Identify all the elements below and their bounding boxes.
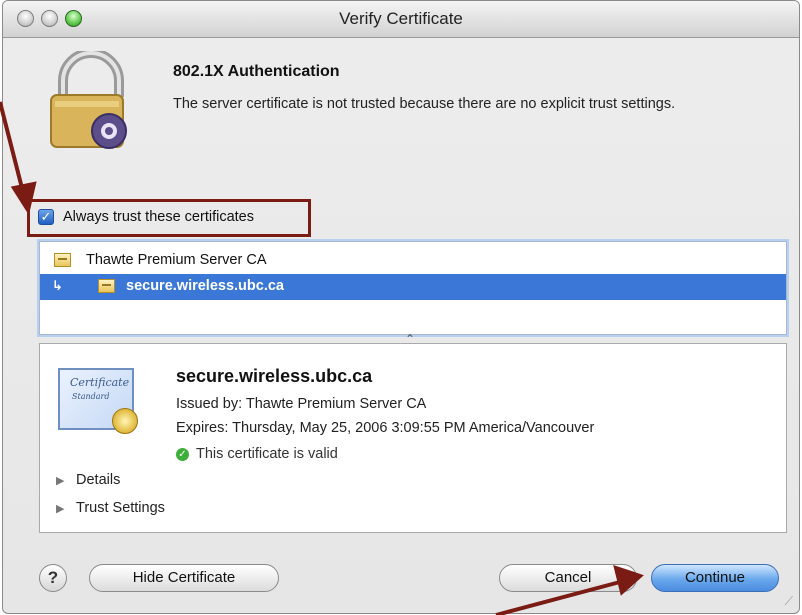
annotation-arrows [0, 101, 644, 615]
arrow-to-checkbox [0, 101, 26, 197]
arrow-head-continue-icon [613, 564, 644, 596]
arrow-head-checkbox-icon [10, 181, 37, 216]
arrow-to-continue [495, 580, 621, 615]
